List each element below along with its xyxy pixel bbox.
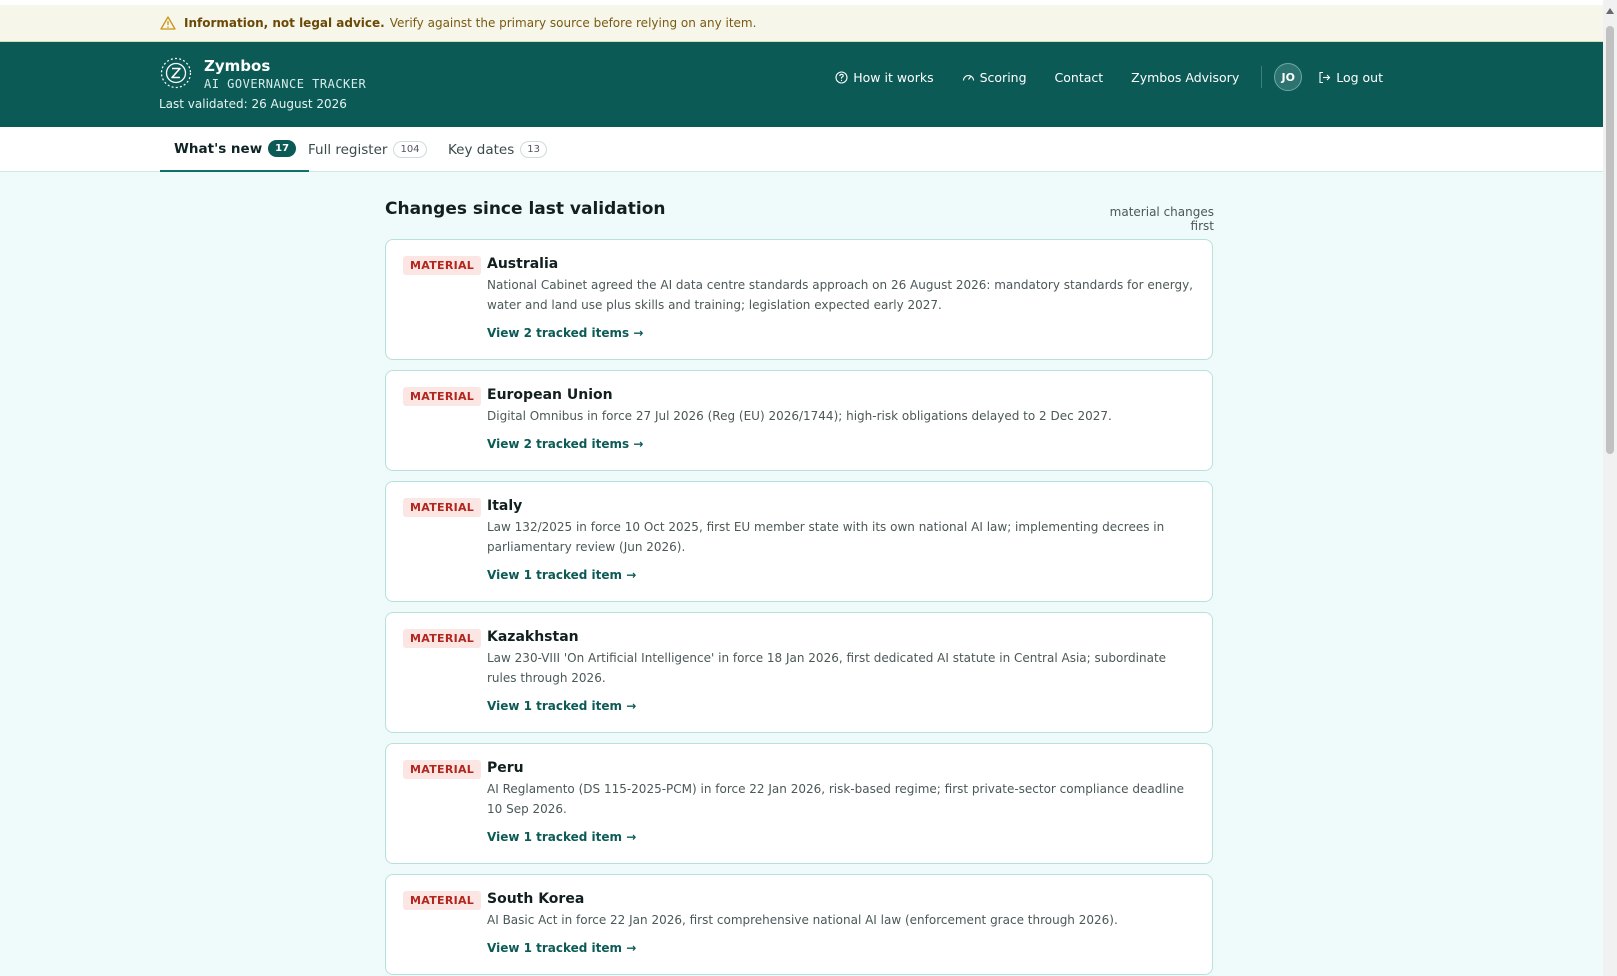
tab-bar: What's new 17 Full register 104 Key date… xyxy=(0,127,1603,172)
logout-button[interactable]: Log out xyxy=(1318,70,1383,85)
material-badge: MATERIAL xyxy=(403,256,482,275)
help-circle-icon xyxy=(835,70,848,84)
card-description: Digital Omnibus in force 27 Jul 2026 (Re… xyxy=(487,409,1112,423)
page-scrollbar[interactable] xyxy=(1603,0,1617,976)
brand-subtitle: AI GOVERNANCE TRACKER xyxy=(204,77,367,91)
change-card-european-union: MATERIAL European Union Digital Omnibus … xyxy=(385,370,1213,471)
card-country: European Union xyxy=(487,387,613,403)
card-description: National Cabinet agreed the AI data cent… xyxy=(487,278,1193,312)
card-country: South Korea xyxy=(487,891,585,907)
nav-how-it-works[interactable]: How it works xyxy=(835,69,934,85)
tab-full-register-count: 104 xyxy=(393,141,427,158)
card-description: AI Basic Act in force 22 Jan 2026, first… xyxy=(487,913,1118,927)
tab-key-dates[interactable]: Key dates 13 xyxy=(448,127,547,172)
card-country: Australia xyxy=(487,256,559,272)
view-tracked-item-link[interactable]: View 1 tracked item → xyxy=(487,699,636,713)
card-description: Law 132/2025 in force 10 Oct 2025, first… xyxy=(487,520,1165,554)
tab-full-register[interactable]: Full register 104 xyxy=(308,127,427,172)
nav-scoring-label: Scoring xyxy=(979,69,1027,85)
notice-text: Verify against the primary source before… xyxy=(389,16,757,30)
nav-contact-label: Contact xyxy=(1054,69,1104,85)
card-country: Peru xyxy=(487,760,524,776)
view-tracked-items-link[interactable]: View 2 tracked items → xyxy=(487,437,643,451)
nav-advisory-label: Zymbos Advisory xyxy=(1131,69,1240,85)
tab-key-dates-count: 13 xyxy=(520,141,547,158)
nav-how-label: How it works xyxy=(853,69,934,85)
warning-icon xyxy=(160,16,176,30)
tab-whats-new-label: What's new xyxy=(174,140,263,157)
card-description: Law 230-VIII 'On Artificial Intelligence… xyxy=(487,651,1167,685)
gauge-icon xyxy=(962,74,974,81)
view-tracked-item-link[interactable]: View 1 tracked item → xyxy=(487,941,636,955)
zymbos-logo-icon[interactable] xyxy=(160,57,192,89)
change-card-kazakhstan: MATERIAL Kazakhstan Law 230-VIII 'On Art… xyxy=(385,612,1213,733)
material-badge: MATERIAL xyxy=(403,629,482,648)
brand-name[interactable]: Zymbos xyxy=(204,57,270,75)
material-badge: MATERIAL xyxy=(403,387,482,406)
nav-divider xyxy=(1261,66,1263,88)
material-badge: MATERIAL xyxy=(403,498,482,517)
card-description: AI Reglamento (DS 115-2025-PCM) in force… xyxy=(487,782,1184,816)
page-title: Changes since last validation xyxy=(385,199,666,219)
card-country: Kazakhstan xyxy=(487,629,579,645)
tab-whats-new[interactable]: What's new 17 xyxy=(160,127,310,172)
change-card-australia: MATERIAL Australia National Cabinet agre… xyxy=(385,239,1213,360)
material-badge: MATERIAL xyxy=(403,760,482,779)
material-badge: MATERIAL xyxy=(403,891,482,910)
tab-full-register-label: Full register xyxy=(308,141,388,158)
notice-bold: Information, not legal advice. xyxy=(184,16,385,30)
view-tracked-item-link[interactable]: View 1 tracked item → xyxy=(487,568,636,582)
sort-note: material changes first xyxy=(1109,205,1214,233)
user-avatar[interactable]: JO xyxy=(1274,63,1303,91)
nav-scoring[interactable]: Scoring xyxy=(962,70,1027,85)
tab-whats-new-count: 17 xyxy=(268,140,297,157)
tab-key-dates-label: Key dates xyxy=(448,141,515,158)
header-nav: How it works Scoring Contact Zymbos Advi… xyxy=(807,63,1383,91)
nav-advisory[interactable]: Zymbos Advisory xyxy=(1131,70,1239,85)
last-validated: Last validated: 26 August 2026 xyxy=(159,97,347,111)
change-card-italy: MATERIAL Italy Law 132/2025 in force 10 … xyxy=(385,481,1213,602)
view-tracked-items-link[interactable]: View 2 tracked items → xyxy=(487,326,643,340)
nav-contact[interactable]: Contact xyxy=(1055,70,1104,85)
legal-notice-banner: Information, not legal advice. Verify ag… xyxy=(0,5,1603,42)
site-header: Zymbos AI GOVERNANCE TRACKER Last valida… xyxy=(0,42,1603,127)
logout-icon xyxy=(1319,71,1331,83)
logout-label: Log out xyxy=(1336,69,1383,85)
view-tracked-item-link[interactable]: View 1 tracked item → xyxy=(487,830,636,844)
scrollbar-thumb[interactable] xyxy=(1606,26,1614,454)
card-country: Italy xyxy=(487,498,523,514)
scroll-up-arrow-icon[interactable] xyxy=(1606,8,1614,14)
change-card-peru: MATERIAL Peru AI Reglamento (DS 115-2025… xyxy=(385,743,1213,864)
change-card-south-korea: MATERIAL South Korea AI Basic Act in for… xyxy=(385,874,1213,975)
